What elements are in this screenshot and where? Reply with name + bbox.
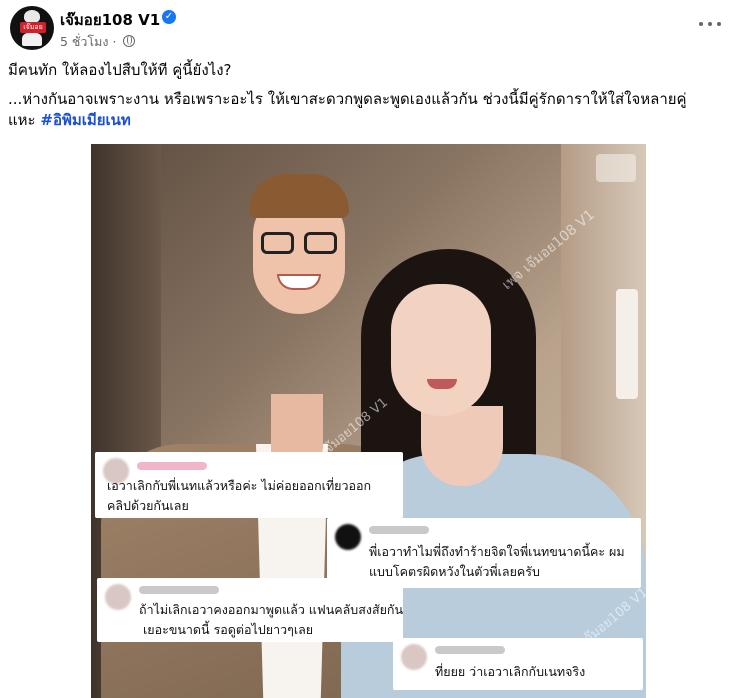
background-light	[596, 154, 636, 182]
comment-text-line-2: เยอะขนาดนี้ รอดูต่อไปยาวๆเลย	[143, 622, 314, 637]
comment-text-line-1: เอวาเลิกกับพี่เนทแล้วหรือค่ะ ไม่ค่อยออกเ…	[107, 478, 372, 493]
verified-badge-icon: ✓	[162, 10, 176, 24]
comment-text-line-2: คลิปด้วยกันเลย	[107, 498, 189, 513]
page-name-link[interactable]: เจ๊มอย108 V1	[60, 8, 160, 32]
more-options-icon[interactable]	[696, 10, 724, 38]
man-head	[249, 174, 349, 402]
caption-line-3-prefix: แหะ	[8, 111, 41, 129]
comment-text-line-1: พี่เอวาทำไมพี่ถึงทำร้ายจิตใจพี่เนทขนาดนี…	[369, 544, 625, 559]
page-avatar[interactable]: เจ๊มอย	[10, 6, 54, 50]
post-photo[interactable]: เพจ เจ๊มอย108 V1 เพจ เจ๊มอย108 V1 เพจ เจ…	[91, 144, 646, 698]
commenter-avatar	[401, 644, 427, 670]
commenter-name-blurred	[139, 586, 219, 594]
post-header: เจ๊มอย เจ๊มอย108 V1 ✓ 5 ชั่วโมง ·	[0, 0, 739, 56]
caption-line-2-text: ...ห่างกันอาจเพราะงาน หรือเพราะอะไร ให้เ…	[8, 90, 687, 108]
woman-neck	[421, 406, 503, 486]
commenter-name-blurred	[435, 646, 505, 654]
avatar-badge: เจ๊มอย	[20, 22, 46, 33]
comment-text-line-1: ที่ยยย ว่าเอวาเลิกกับเนทจริง	[435, 664, 586, 679]
commenter-name-blurred	[137, 462, 207, 470]
commenter-avatar	[335, 524, 361, 550]
commenter-avatar	[105, 584, 131, 610]
man-hair	[249, 174, 349, 218]
avatar-figure-body	[22, 33, 42, 46]
post-caption: มีคนทัก ให้ลองไปสืบให้ที คู่นี้ยังไง? ..…	[8, 60, 728, 131]
comment-text-line-1: ถ้าไม่เลิกเอวาคงออกมาพูดแล้ว แฟนคลับสงสั…	[139, 602, 404, 617]
post-meta: 5 ชั่วโมง ·	[60, 32, 136, 52]
post-timestamp[interactable]: 5 ชั่วโมง ·	[60, 34, 116, 49]
comment-screenshot-1: เอวาเลิกกับพี่เนทแล้วหรือค่ะ ไม่ค่อยออกเ…	[95, 452, 403, 518]
hashtag-link[interactable]: #อิพิมเมียเนท	[40, 111, 130, 129]
woman-face	[391, 284, 491, 416]
globe-icon	[123, 35, 136, 47]
caption-line-1: มีคนทัก ให้ลองไปสืบให้ที คู่นี้ยังไง?	[8, 61, 232, 79]
comment-screenshot-3: ถ้าไม่เลิกเอวาคงออกมาพูดแล้ว แฟนคลับสงสั…	[97, 578, 403, 642]
glasses	[261, 232, 337, 254]
commenter-name-blurred	[369, 526, 429, 534]
background-light	[616, 289, 638, 399]
caption-line-2: ...ห่างกันอาจเพราะงาน หรือเพราะอะไร ให้เ…	[8, 89, 728, 131]
comment-screenshot-4: ที่ยยย ว่าเอวาเลิกกับเนทจริง	[393, 638, 643, 690]
